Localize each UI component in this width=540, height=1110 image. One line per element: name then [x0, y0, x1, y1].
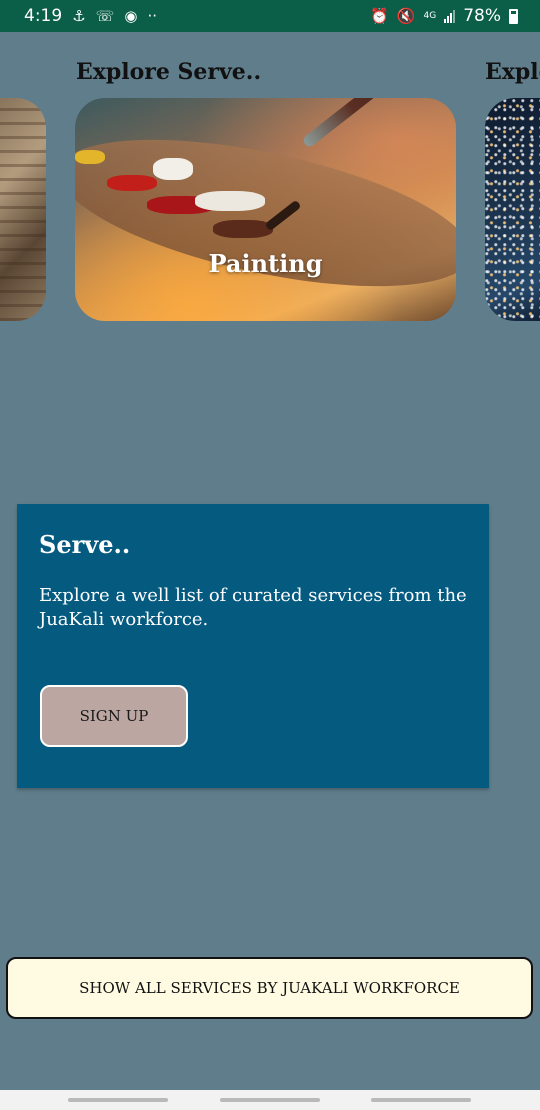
sign-up-button[interactable]: SIGN UP — [40, 685, 188, 747]
panel-description: Explore a well list of curated services … — [39, 585, 467, 630]
mute-icon: 🔇 — [396, 7, 416, 25]
status-time: 4:19 — [24, 6, 63, 26]
headset-icon: ◉ — [124, 7, 138, 25]
carousel-card-previous[interactable] — [0, 98, 46, 321]
alarm-icon: ⏰ — [370, 7, 389, 25]
paint-red — [107, 175, 157, 191]
services-carousel[interactable]: Explore Serve.. Painting Explo — [0, 55, 540, 335]
show-all-services-button[interactable]: SHOW ALL SERVICES BY JUAKALI WORKFORCE — [6, 957, 533, 1019]
info-panel: Serve.. Explore a well list of curated s… — [17, 504, 489, 788]
paint-white — [153, 158, 193, 180]
nav-home-indicator[interactable] — [220, 1098, 320, 1102]
brush-image — [301, 98, 427, 149]
carousel-card-next[interactable] — [485, 98, 540, 321]
system-nav-bar — [0, 1090, 540, 1110]
paint-yellow — [75, 150, 105, 164]
carousel-card-painting[interactable]: Painting — [75, 98, 456, 321]
battery-percent: 78% — [463, 6, 501, 26]
network-4g-icon: 4G — [423, 11, 437, 21]
nav-recents-indicator[interactable] — [68, 1098, 168, 1102]
carousel-card-title: Explore Serve.. — [76, 59, 262, 85]
status-bar-left: 4:19 ⚓ ☏ ◉ ·· — [24, 6, 157, 26]
status-bar: 4:19 ⚓ ☏ ◉ ·· ⏰ 🔇 4G 78% — [0, 0, 540, 32]
usb-debug-icon: ⚓ — [72, 7, 86, 25]
carousel-card-title-next: Explo — [485, 59, 540, 85]
paint-brown — [213, 220, 273, 238]
signal-icon — [444, 9, 456, 23]
palette-image — [75, 110, 456, 316]
carousel-card-label: Painting — [208, 249, 323, 278]
paint-cream — [195, 191, 265, 211]
nav-back-indicator[interactable] — [371, 1098, 471, 1102]
status-bar-right: ⏰ 🔇 4G 78% — [370, 6, 518, 26]
more-dots-icon: ·· — [147, 7, 158, 25]
panel-title: Serve.. — [39, 530, 131, 559]
battery-icon — [509, 8, 518, 24]
whatsapp-icon: ☏ — [95, 7, 115, 25]
